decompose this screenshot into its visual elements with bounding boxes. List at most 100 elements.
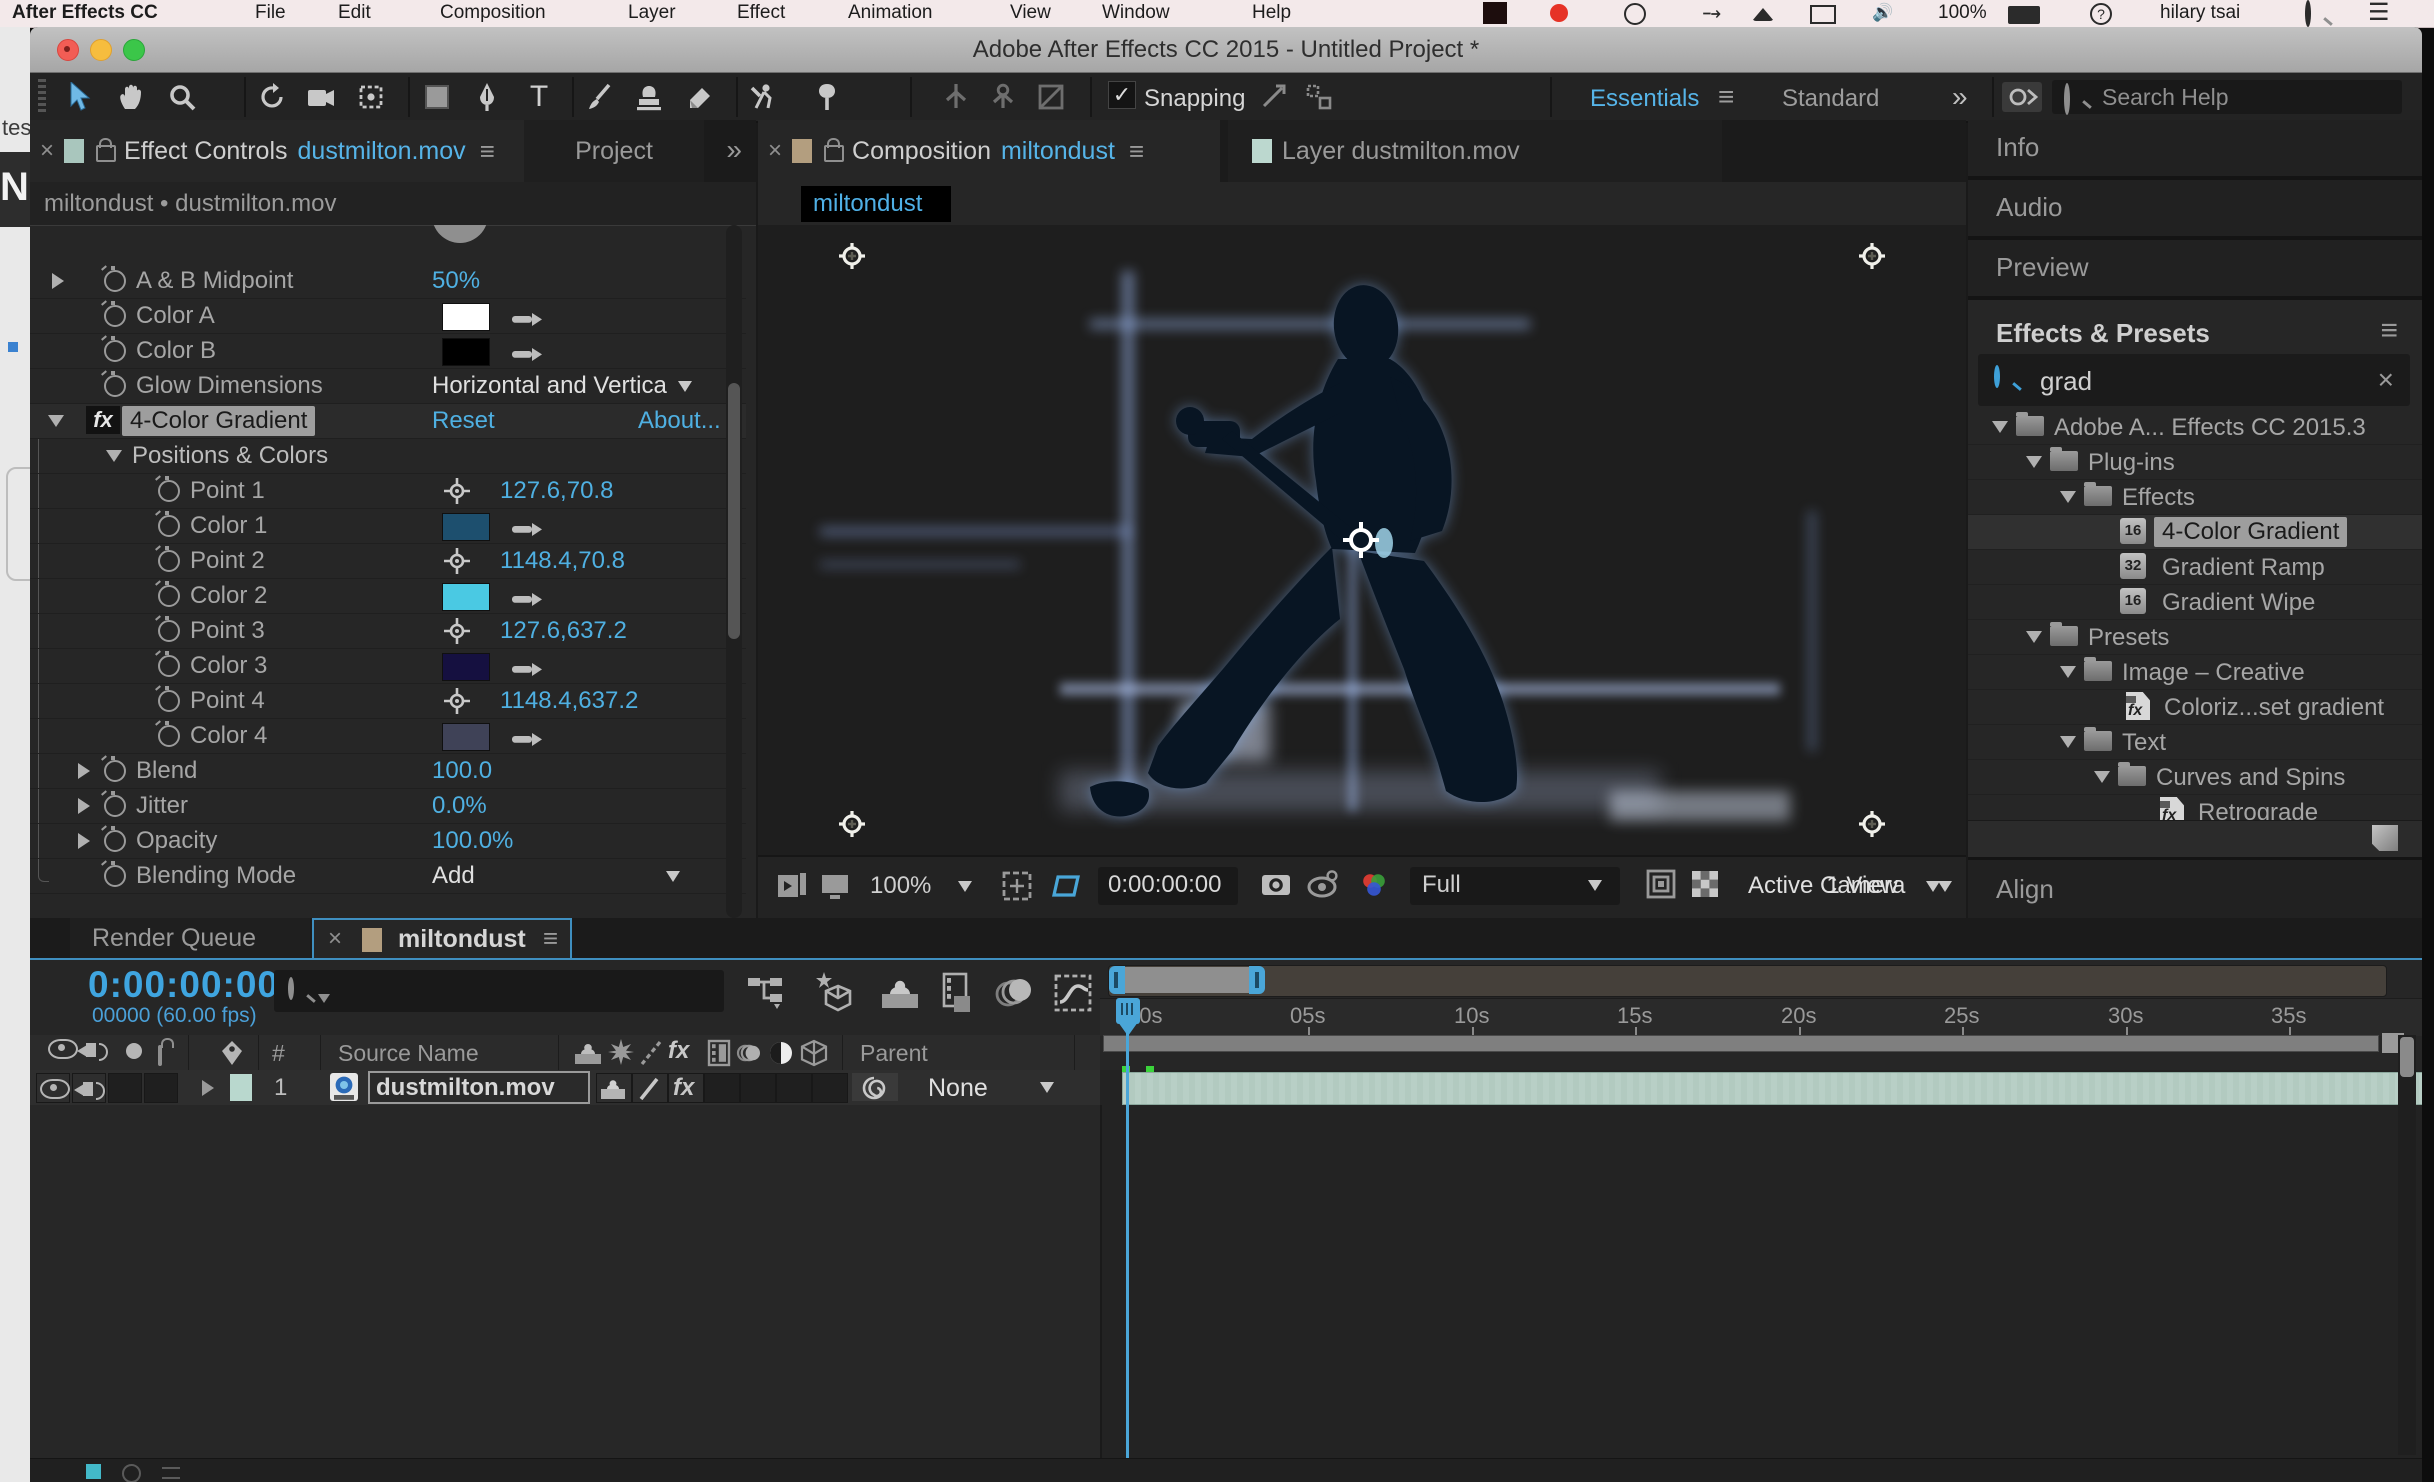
tab-overflow-icon[interactable] [726,134,742,166]
panel-menu-icon[interactable] [1129,136,1144,167]
expand-icon[interactable] [78,763,90,779]
glow-dimensions-dropdown[interactable]: Horizontal and Vertica [432,372,667,400]
param-value[interactable]: 0.0% [432,792,487,820]
tree-label[interactable]: Presets [2088,624,2169,652]
panel-audio-label[interactable]: Audio [1996,192,2063,223]
workspace-standard[interactable]: Standard [1782,85,1879,113]
tree-label[interactable]: Effects [2122,484,2195,512]
time-navigator[interactable] [1108,965,2387,997]
param-value[interactable]: 100.0% [432,827,513,855]
spotlight-icon[interactable] [2305,3,2311,25]
comp-navigator-chip[interactable]: miltondust [801,186,951,222]
tree-row-4-color-gradient[interactable]: 16 4-Color Gradient [1968,515,2422,550]
collapse-icon[interactable] [2060,666,2076,678]
layer-row-1[interactable]: 1 dustmilton.mov fx None [30,1070,1100,1106]
tab-label[interactable]: Composition [852,137,991,166]
tab-label[interactable]: miltondust [398,925,526,954]
record-status-icon[interactable] [1550,4,1568,22]
effect-point-1-marker[interactable] [839,243,865,269]
color-b-swatch[interactable] [442,338,490,366]
current-timecode[interactable]: 0:00:00:00 [88,964,279,1006]
panel-menu-icon[interactable] [480,136,495,167]
layer-label-swatch[interactable] [230,1074,252,1101]
effect-point-icon[interactable] [444,548,470,574]
wifi-icon[interactable] [1752,8,1774,21]
battery-icon[interactable] [2008,6,2040,24]
stopwatch-icon[interactable] [104,305,126,327]
pan-behind-tool[interactable] [350,77,392,117]
timeline-search-well[interactable] [274,970,724,1012]
composition-mini-flowchart-icon[interactable] [746,974,786,1015]
menu-app[interactable]: After Effects CC [12,2,158,24]
effect-about-link[interactable]: About... [638,407,721,435]
bottom-toggle-icon[interactable] [86,1464,101,1479]
layer-3d-switch[interactable] [812,1073,848,1103]
layer-audio-toggle[interactable] [72,1073,106,1103]
layer-name-box[interactable]: dustmilton.mov [368,1071,590,1104]
clone-stamp-tool[interactable] [628,77,670,117]
layer-fx-switch[interactable]: fx [668,1073,704,1103]
timeline-scrollbar[interactable] [2398,1035,2416,1455]
layer-lock-toggle[interactable] [144,1073,178,1103]
anchor-point-marker[interactable] [1343,522,1379,558]
stopwatch-icon[interactable] [158,480,180,502]
tree-row-root[interactable]: Adobe A... Effects CC 2015.3 [1968,410,2422,445]
menu-composition[interactable]: Composition [440,2,546,24]
resolution-dropdown[interactable]: Full [1410,867,1620,905]
parent-value[interactable]: None [928,1074,988,1103]
effect-point-icon[interactable] [444,618,470,644]
effect-point-2-marker[interactable] [1859,243,1885,269]
brush-tool[interactable] [578,77,620,117]
effects-search-input[interactable]: grad [2040,366,2092,397]
eyedropper-icon[interactable] [508,517,544,545]
tree-label[interactable]: Coloriz...set gradient [2164,694,2384,722]
tree-label[interactable]: Plug-ins [2088,449,2175,477]
layer-video-toggle[interactable] [36,1073,70,1103]
layer-motion-blur-switch[interactable] [740,1073,776,1103]
panel-audio[interactable]: Audio [1968,180,2422,236]
rectangle-tool[interactable] [416,77,458,117]
stopwatch-icon[interactable] [158,725,180,747]
workspace-overflow-icon[interactable] [1952,81,1968,113]
snap-option-2-icon[interactable] [1298,77,1340,117]
comp-timecode[interactable]: 0:00:00:00 [1108,871,1221,899]
stopwatch-icon[interactable] [104,865,126,887]
notification-center-icon[interactable]: ☰ [2368,0,2390,27]
view-axis-mode-button[interactable] [1030,77,1072,117]
stopwatch-icon[interactable] [104,340,126,362]
user-name[interactable]: hilary tsai [2160,2,2240,24]
safe-margins-icon[interactable] [1002,871,1032,908]
hand-tool[interactable] [110,77,152,117]
zoom-level-dropdown[interactable]: 100% [870,872,931,900]
tree-row-image-creative[interactable]: Image – Creative [1968,655,2422,690]
chevron-down-icon[interactable] [666,871,680,882]
bluetooth-icon[interactable]: ⤍ [1703,3,1721,23]
playhead-head[interactable] [1116,998,1140,1024]
display-icon[interactable] [1810,5,1836,24]
angle-dial[interactable] [432,225,488,243]
stopwatch-icon[interactable] [104,760,126,782]
stopwatch-icon[interactable] [104,375,126,397]
color2-swatch[interactable] [442,583,490,611]
layer-shy-switch[interactable] [596,1073,632,1103]
stopwatch-icon[interactable] [104,795,126,817]
tab-layer[interactable]: Layer dustmilton.mov [1228,120,1722,182]
graph-editor-icon[interactable] [1052,972,1094,1019]
menu-help[interactable]: Help [1252,2,1291,24]
expand-icon[interactable] [78,833,90,849]
collapse-icon[interactable] [2060,491,2076,503]
stopwatch-icon[interactable] [104,830,126,852]
tree-label[interactable]: Adobe A... Effects CC 2015.3 [2054,414,2366,442]
menu-window[interactable]: Window [1102,2,1170,24]
color1-swatch[interactable] [442,513,490,541]
tree-row-gradient-wipe[interactable]: 16 Gradient Wipe [1968,585,2422,620]
param-value[interactable]: 127.6,70.8 [500,477,613,505]
color-a-swatch[interactable] [442,303,490,331]
color3-swatch[interactable] [442,653,490,681]
volume-icon[interactable]: 🔊 [1872,3,1893,23]
effects-presets-title[interactable]: Effects & Presets [1996,318,2210,349]
snapshot-icon[interactable] [1260,869,1292,906]
eyedropper-icon[interactable] [508,727,544,755]
stopwatch-icon[interactable] [158,620,180,642]
collapse-icon[interactable] [2060,736,2076,748]
